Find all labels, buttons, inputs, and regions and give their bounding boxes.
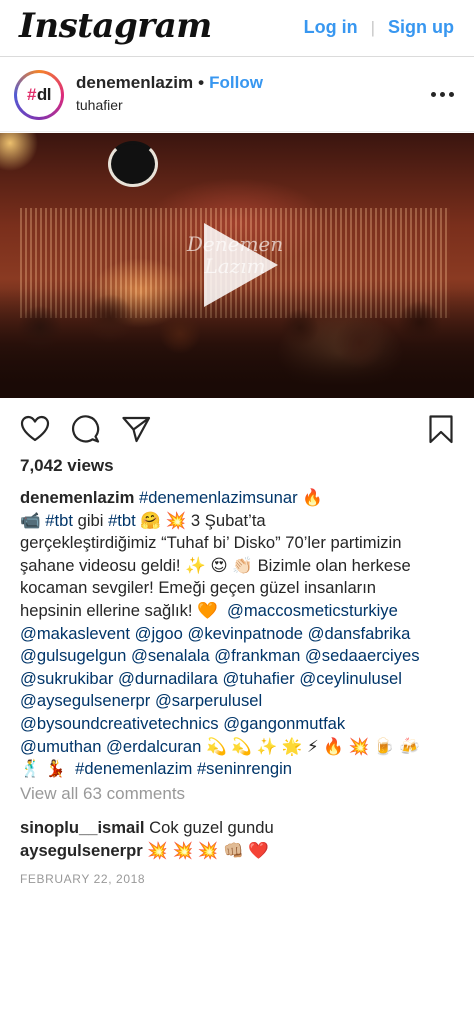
post-header: # dl denemenlazim • Follow tuhafier — [0, 58, 474, 132]
mention-link[interactable]: @sarperulusel — [155, 691, 262, 710]
caption-text: şahane videosu geldi! ✨ 😍 👏🏻 Bizimle ola… — [20, 555, 411, 575]
comment-item: aysegulsenerpr 💥 💥 💥 👊🏼 ❤️ — [20, 841, 269, 861]
caption-text: 🤗 💥 3 Şubat’ta — [140, 510, 266, 530]
comment-item: sinoplu__ismail Cok guzel gundu — [20, 818, 274, 838]
avatar-hash: # — [26, 85, 36, 104]
auth-separator: | — [370, 17, 375, 37]
mention-link[interactable]: @makaslevent — [20, 624, 130, 643]
caption-line: @gulsugelgun @senalala @frankman @sedaae… — [20, 645, 460, 668]
instagram-logo[interactable]: Instagram — [19, 6, 212, 46]
post-video[interactable]: Denemen Lazım — [0, 133, 474, 398]
post-date[interactable]: FEBRUARY 22, 2018 — [20, 872, 145, 886]
dot-separator: • — [198, 73, 205, 92]
avatar-logo: # dl — [17, 73, 61, 117]
camera-emoji: 📹 — [20, 510, 41, 530]
fire-emoji: 🔥 — [302, 488, 323, 507]
heart-icon[interactable] — [20, 414, 50, 444]
comment-username[interactable]: aysegulsenerpr — [20, 841, 143, 860]
avatar-letters: dl — [36, 85, 52, 104]
post-caption: denemenlazim #denemenlazimsunar 🔥 📹 #tbt… — [20, 487, 460, 781]
caption-line: @bysoundcreativetechnics @gangonmutfak — [20, 713, 460, 736]
caption-username[interactable]: denemenlazim — [20, 488, 134, 507]
mention-link[interactable]: @gangonmutfak — [223, 714, 345, 733]
comment-icon[interactable] — [71, 414, 101, 444]
mention-link[interactable]: @senalala — [131, 646, 210, 665]
bookmark-icon[interactable] — [426, 414, 456, 444]
share-icon[interactable] — [121, 414, 151, 444]
play-icon[interactable] — [204, 223, 278, 307]
comment-username[interactable]: sinoplu__ismail — [20, 818, 145, 837]
mention-link[interactable]: @sukrukibar — [20, 669, 113, 688]
avatar[interactable]: # dl — [14, 70, 64, 120]
signup-link[interactable]: Sign up — [388, 17, 454, 38]
mention-link[interactable]: @sedaaerciyes — [305, 646, 420, 665]
mention-link[interactable]: @bysoundcreativetechnics — [20, 714, 219, 733]
post-location[interactable]: tuhafier — [76, 97, 123, 113]
mention-link[interactable]: @frankman — [214, 646, 300, 665]
view-count[interactable]: 7,042 views — [20, 456, 114, 476]
hashtag-link[interactable]: #denemenlazimsunar — [139, 488, 298, 507]
mention-link[interactable]: @ceylinulusel — [299, 669, 402, 688]
mention-link[interactable]: @tuhafier — [223, 669, 295, 688]
mention-link[interactable]: @gulsugelgun — [20, 646, 126, 665]
caption-text: gibi — [77, 510, 104, 530]
hashtag-link[interactable]: #tbt — [108, 511, 136, 530]
caption-text: hepsinin ellerine sağlık! 🧡 — [20, 600, 218, 620]
mention-link[interactable]: @aysegulsenerpr — [20, 691, 150, 710]
login-link[interactable]: Log in — [304, 17, 358, 38]
comment-text: Cok guzel gundu — [149, 818, 274, 837]
caption-line: @makaslevent @jgoo @kevinpatnode @dansfa… — [20, 623, 460, 646]
mention-link[interactable]: @umuthan — [20, 737, 101, 756]
hashtag-link[interactable]: #seninrengin — [197, 759, 292, 778]
view-all-comments-link[interactable]: View all 63 comments — [20, 784, 185, 804]
caption-line: 🕺 💃 #denemenlazim #seninrengin — [20, 758, 460, 781]
mention-link[interactable]: @durnadilara — [118, 669, 218, 688]
comment-text: 💥 💥 💥 👊🏼 ❤️ — [147, 841, 270, 860]
auth-links: Log in | Sign up — [304, 17, 454, 38]
hashtag-link[interactable]: #tbt — [45, 511, 73, 530]
dance-emoji: 🕺 💃 — [20, 759, 66, 779]
ellipsis-icon[interactable] — [431, 92, 454, 97]
mention-link[interactable]: @maccosmeticsturkiye — [227, 601, 398, 620]
caption-line: hepsinin ellerine sağlık! 🧡 @maccosmetic… — [20, 600, 460, 623]
mention-link[interactable]: @erdalcuran — [106, 737, 201, 756]
mention-link[interactable]: @jgoo — [135, 624, 183, 643]
caption-line: @aysegulsenerpr @sarperulusel — [20, 690, 460, 713]
caption-line: @umuthan @erdalcuran 💫 💫 ✨ 🌟 ⚡ 🔥 💥 🍺 🍻 — [20, 736, 460, 759]
hashtag-link[interactable]: #denemenlazim — [75, 759, 192, 778]
caption-line: 📹 #tbt gibi #tbt 🤗 💥 3 Şubat’ta — [20, 510, 460, 533]
post-actions — [0, 408, 474, 448]
top-navbar: Instagram Log in | Sign up — [0, 0, 474, 57]
mention-link[interactable]: @dansfabrika — [308, 624, 411, 643]
stage-light — [108, 141, 158, 187]
username-row: denemenlazim • Follow — [76, 73, 263, 93]
follow-button[interactable]: Follow — [209, 73, 263, 93]
mention-link[interactable]: @kevinpatnode — [187, 624, 303, 643]
caption-text: gerçekleştirdiğimiz “Tuhaf bi’ Disko” 70… — [20, 533, 402, 553]
emoji-string: 💫 💫 ✨ 🌟 ⚡ 🔥 💥 🍺 🍻 — [205, 736, 420, 756]
caption-line: denemenlazim #denemenlazimsunar 🔥 — [20, 487, 460, 510]
post-username[interactable]: denemenlazim — [76, 73, 193, 93]
caption-line: @sukrukibar @durnadilara @tuhafier @ceyl… — [20, 668, 460, 691]
caption-text: kocaman sevgiler! Emeği geçen güzel insa… — [20, 578, 377, 598]
